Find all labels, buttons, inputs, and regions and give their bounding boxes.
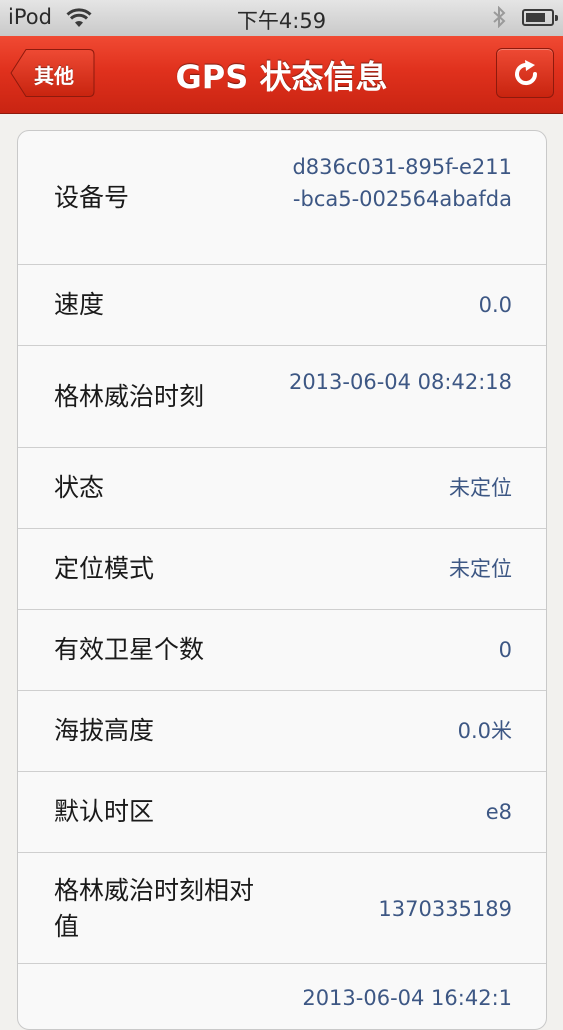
- battery-level-fill: [526, 13, 545, 22]
- row-label: 格林威治时刻: [54, 382, 205, 411]
- row-value: 未定位: [449, 557, 512, 581]
- list-item-gmt-relative[interactable]: 格林威治时刻相对值 1370335189: [18, 853, 546, 964]
- list-item-local-time[interactable]: 2013-06-04 16:42:1: [18, 964, 546, 1029]
- list-item-positioning-mode[interactable]: 定位模式 未定位: [18, 529, 546, 610]
- row-label: 海拔高度: [54, 716, 155, 745]
- row-label: 设备号: [54, 183, 130, 212]
- list-item-altitude[interactable]: 海拔高度 0.0米: [18, 691, 546, 772]
- page-title: GPS 状态信息: [175, 58, 388, 96]
- row-label: 速度: [54, 290, 105, 319]
- row-value: 0.0米: [457, 719, 512, 743]
- battery-icon: [522, 9, 558, 26]
- list-item-speed[interactable]: 速度 0.0: [18, 265, 546, 346]
- status-bar: iPod 下午4:59: [0, 0, 563, 36]
- list-item-status[interactable]: 状态 未定位: [18, 448, 546, 529]
- gps-info-list: 设备号 d836c031-895f-e211-bca5-002564abafda…: [17, 130, 547, 1030]
- row-value: 0: [498, 638, 512, 662]
- row-label: 有效卫星个数: [54, 635, 205, 664]
- status-time: 下午4:59: [236, 9, 327, 33]
- list-item-default-timezone[interactable]: 默认时区 e8: [18, 772, 546, 853]
- list-item-gmt-time[interactable]: 格林威治时刻 2013-06-04 08:42:18: [18, 346, 546, 448]
- list-item-device-id[interactable]: 设备号 d836c031-895f-e211-bca5-002564abafda: [18, 131, 546, 265]
- refresh-icon: [515, 60, 538, 86]
- row-value: 2013-06-04 16:42:1: [302, 986, 512, 1010]
- navigation-bar: 其他 GPS 状态信息: [0, 36, 563, 114]
- list-item-satellite-count[interactable]: 有效卫星个数 0: [18, 610, 546, 691]
- row-value: 0.0: [478, 293, 512, 317]
- row-label: 格林威治时刻相对值: [54, 876, 255, 941]
- row-value: 2013-06-04 08:42:18: [288, 370, 512, 394]
- refresh-button[interactable]: [496, 48, 554, 98]
- row-label: 定位模式: [54, 554, 155, 583]
- row-value: d836c031-895f-e211-bca5-002564abafda: [292, 155, 512, 211]
- row-value: e8: [485, 800, 512, 824]
- row-label: 默认时区: [54, 797, 155, 826]
- bluetooth-icon: [493, 6, 506, 28]
- row-label: 状态: [54, 473, 105, 502]
- row-value: 1370335189: [378, 897, 512, 921]
- row-value: 未定位: [449, 476, 512, 500]
